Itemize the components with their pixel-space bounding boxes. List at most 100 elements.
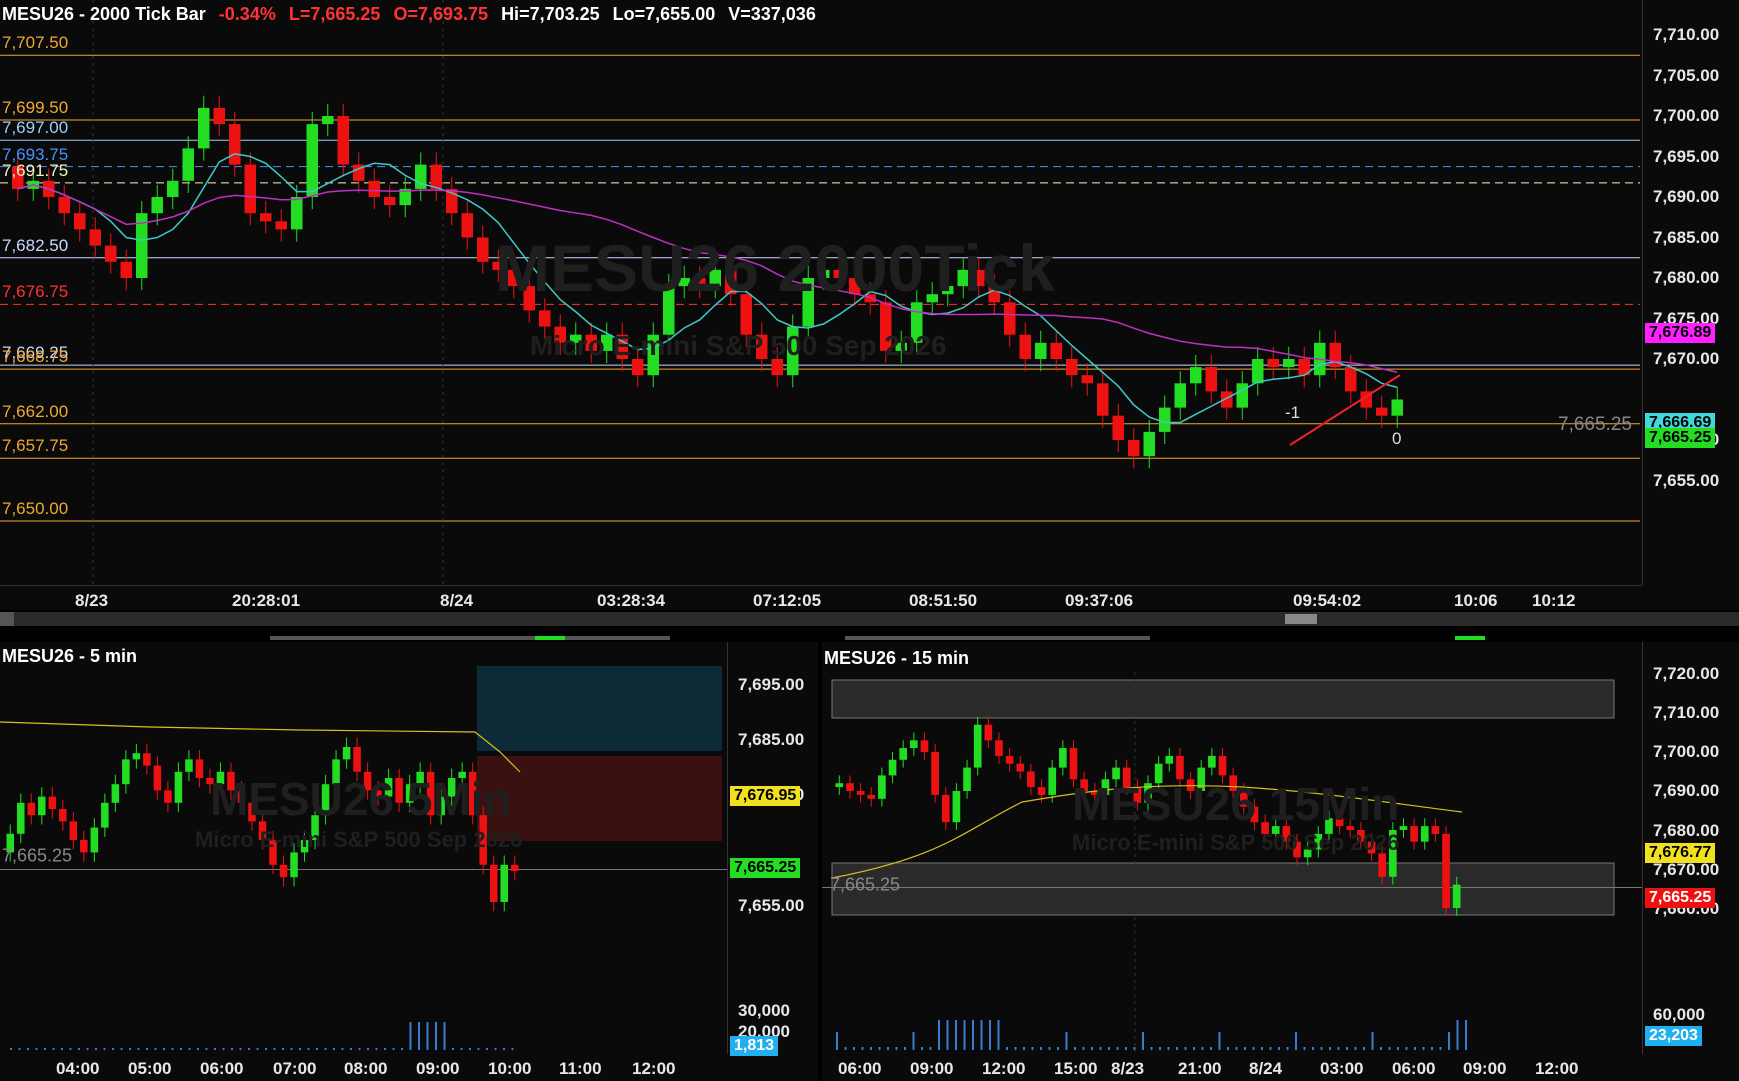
main-price-axis[interactable]: 7,710.00 7,705.00 7,700.00 7,695.00 7,690.00… bbox=[1642, 0, 1739, 585]
volume-bar bbox=[120, 1048, 123, 1050]
fifteen-min-time-axis[interactable]: 06:00 09:00 12:00 15:00 8/23 21:00 8/24 03:00 06… bbox=[822, 1054, 1739, 1081]
five-min-time-axis[interactable]: 04:00 05:00 06:00 07:00 08:00 09:00 10:00 11:00… bbox=[0, 1054, 818, 1081]
volume-bar bbox=[333, 1048, 335, 1050]
candle-body bbox=[973, 724, 982, 768]
candle-body bbox=[895, 342, 907, 351]
price-axis-tick: 7,700.00 bbox=[1653, 106, 1720, 125]
candle-body bbox=[48, 796, 57, 809]
candle-body bbox=[942, 286, 954, 295]
candle-body bbox=[508, 269, 520, 287]
candle-body bbox=[1282, 826, 1291, 842]
candle-body bbox=[363, 771, 372, 791]
volume-bar bbox=[1133, 1047, 1136, 1050]
five-min-price-axis[interactable]: 7,695.007,685.007,675.007,655.0030,00020… bbox=[727, 642, 818, 1056]
candle-body bbox=[300, 840, 309, 853]
volume-bar bbox=[1125, 1047, 1127, 1050]
volume-bar bbox=[205, 1048, 208, 1050]
volume-bar bbox=[1320, 1047, 1323, 1050]
candle-body bbox=[384, 197, 396, 206]
main-scrollbar[interactable] bbox=[0, 612, 1739, 626]
price-axis-tick: 7,690.00 bbox=[1653, 187, 1720, 206]
fifteen-min-price-plot[interactable] bbox=[822, 642, 1642, 1054]
candle-body bbox=[27, 802, 36, 816]
candle-body bbox=[216, 771, 225, 785]
candle-body bbox=[1176, 755, 1184, 780]
volume-bar bbox=[1388, 1047, 1391, 1050]
main-chart-pane[interactable]: MESU26 2000Tick Micro E-mini S&P 500 Sep… bbox=[0, 0, 1739, 610]
candle-body bbox=[1197, 767, 1206, 791]
candle-body bbox=[1452, 884, 1461, 908]
price-axis-tick: 7,705.00 bbox=[1653, 65, 1720, 85]
volume-bar bbox=[1176, 1047, 1178, 1050]
candle-body bbox=[353, 747, 361, 772]
volume-bar bbox=[870, 1047, 872, 1050]
five-min-chart-pane[interactable]: MESU26 5Min Micro E-mini S&P 500 Sep 202… bbox=[0, 642, 818, 1081]
fifteen-min-chart-pane[interactable]: MESU26 15Min Micro E-mini S&P 500 Sep 20… bbox=[822, 642, 1739, 1081]
volume-bar bbox=[384, 1048, 386, 1050]
volume-bar bbox=[895, 1047, 898, 1050]
ma-slow-line bbox=[17, 184, 1398, 373]
volume-bar bbox=[477, 1048, 480, 1050]
volume-bar bbox=[1303, 1047, 1306, 1050]
fifteen-min-volume-badge: 23,203 bbox=[1645, 1026, 1702, 1046]
volume-bar bbox=[1261, 1047, 1263, 1050]
candle-body bbox=[447, 778, 456, 797]
divider-grip-left[interactable] bbox=[270, 636, 670, 640]
volume-bar bbox=[1448, 1032, 1450, 1050]
candle-body bbox=[275, 221, 287, 230]
candle-body bbox=[384, 778, 393, 797]
scroll-left-arrow[interactable] bbox=[0, 612, 14, 626]
candle-body bbox=[1345, 367, 1357, 392]
candle-body bbox=[867, 794, 876, 799]
candle-body bbox=[1391, 399, 1403, 416]
volume-bar bbox=[367, 1048, 369, 1050]
candle-body bbox=[244, 164, 256, 214]
main-price-plot[interactable] bbox=[0, 0, 1640, 585]
candle-body bbox=[1035, 342, 1047, 359]
volume-bar bbox=[980, 1020, 983, 1050]
volume-bar bbox=[1354, 1047, 1357, 1050]
candle-body bbox=[74, 213, 86, 230]
candle-body bbox=[941, 794, 950, 823]
volume-bar bbox=[1456, 1020, 1459, 1050]
candle-body bbox=[1410, 826, 1418, 842]
main-time-axis[interactable]: 8/23 20:28:01 8/24 03:28:34 07:12:05 08:51:50… bbox=[0, 585, 1642, 610]
candle-body bbox=[182, 148, 194, 181]
price-axis-tick: 7,690.00 bbox=[1653, 781, 1720, 800]
candle-body bbox=[694, 278, 706, 287]
price-axis-tick: 7,670.00 bbox=[1653, 860, 1720, 879]
volume-bar bbox=[78, 1048, 80, 1050]
volume-bar bbox=[231, 1048, 233, 1050]
divider-grip-right[interactable] bbox=[845, 636, 1150, 640]
candle-body bbox=[1101, 779, 1110, 795]
volume-bar bbox=[1040, 1047, 1042, 1050]
time-axis-tick: 04:00 bbox=[56, 1059, 100, 1078]
candle-body bbox=[1059, 748, 1067, 768]
volume-bar bbox=[1329, 1047, 1331, 1050]
fifteen-min-title: MESU26 - 15 min bbox=[824, 648, 970, 668]
five-min-price-plot[interactable] bbox=[0, 642, 727, 1054]
candle-body bbox=[248, 802, 256, 822]
volume-bar bbox=[861, 1047, 864, 1050]
candle-body bbox=[1335, 818, 1344, 827]
time-axis-tick: 15:00 bbox=[1054, 1059, 1098, 1078]
volume-bar bbox=[443, 1022, 446, 1050]
volume-bar bbox=[938, 1020, 940, 1050]
candle-body bbox=[342, 747, 351, 760]
time-axis-tick: 8/23 bbox=[75, 591, 109, 610]
volume-bar bbox=[18, 1048, 21, 1050]
volume-bar bbox=[1380, 1047, 1382, 1050]
candle-body bbox=[198, 107, 210, 149]
pane-divider[interactable] bbox=[0, 626, 1739, 642]
main-chart-title: MESU26 - 2000 Tick Bar -0.34% L=7,665.25… bbox=[2, 4, 824, 25]
price-axis-tick: 7,710.00 bbox=[1653, 703, 1720, 722]
time-axis-tick: 10:12 bbox=[1532, 591, 1576, 610]
fifteen-min-price-axis[interactable]: 7,720.00 7,710.00 7,700.00 7,690.00 7,680.00… bbox=[1642, 642, 1739, 1054]
volume-bar bbox=[1371, 1032, 1374, 1050]
volume-bar bbox=[95, 1048, 97, 1050]
divider-marker-right bbox=[1455, 636, 1485, 640]
support-zone bbox=[831, 862, 1615, 916]
fifteen-min-price-badge: 7,665.25 bbox=[1645, 888, 1716, 908]
candle-body bbox=[911, 302, 923, 343]
scrollbar-thumb[interactable] bbox=[1285, 614, 1317, 624]
